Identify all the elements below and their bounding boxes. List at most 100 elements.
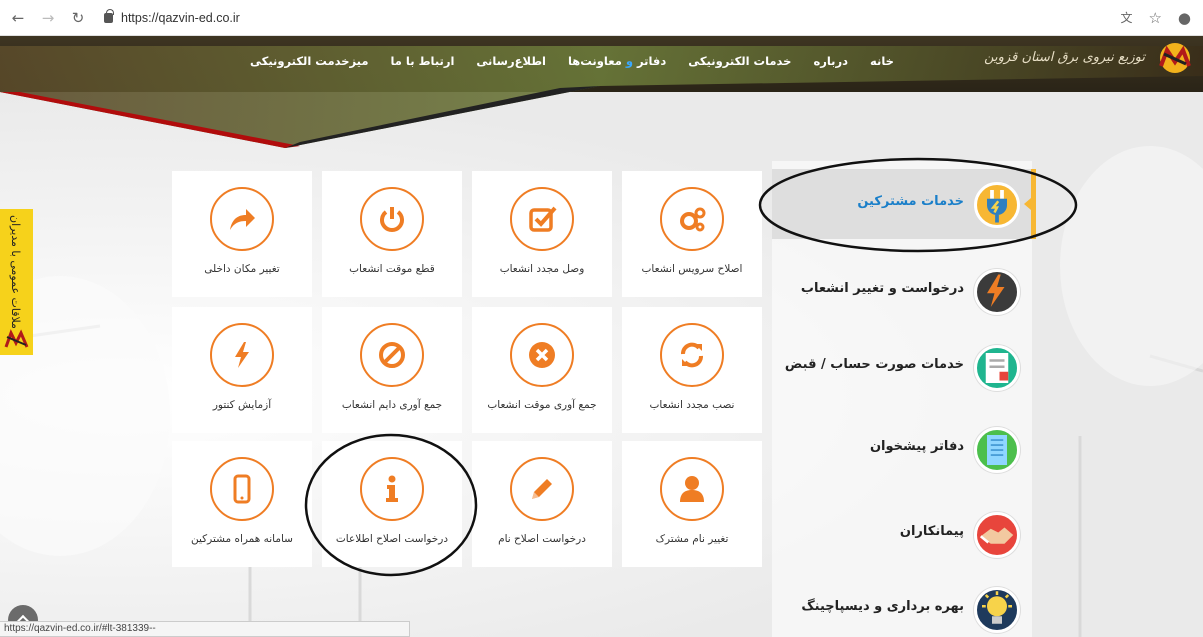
star-icon[interactable]: ☆ xyxy=(1148,9,1161,27)
tile-label: تغییر نام مشترک xyxy=(655,533,729,545)
sidebar-menu-label: خدمات صورت حساب / قبض xyxy=(784,357,964,372)
sidebar-menu-label: درخواست و تغییر انشعاب xyxy=(800,281,964,296)
tile-label: جمع آوری موقت انشعاب xyxy=(487,399,597,411)
tile-label: نصب مجدد انشعاب xyxy=(649,399,735,411)
service-tile[interactable]: جمع آوری موقت انشعاب xyxy=(472,307,612,433)
user-icon xyxy=(680,476,704,502)
tile-label: وصل مجدد انشعاب xyxy=(499,263,585,275)
menu-about[interactable]: درباره xyxy=(813,54,848,68)
info-icon xyxy=(386,475,398,502)
tile-label: قطع موقت انشعاب xyxy=(349,263,435,275)
sidebar-menu-item[interactable]: خدمات صورت حساب / قبض xyxy=(772,332,1036,402)
forward-icon[interactable]: → xyxy=(40,9,56,27)
mobile-icon xyxy=(233,474,251,504)
sidebar-menu-item[interactable]: دفاتر پیشخوان xyxy=(772,414,1036,484)
menu-news[interactable]: اطلاع‌رسانی xyxy=(476,54,546,68)
back-icon[interactable]: ← xyxy=(10,9,26,27)
sidebar-menu-label: پیمانکاران xyxy=(899,524,964,539)
address-bar[interactable]: https://qazvin-ed.co.ir xyxy=(104,8,240,25)
address-text[interactable]: https://qazvin-ed.co.ir xyxy=(121,11,240,25)
tile-label: درخواست اصلاح نام xyxy=(498,533,586,545)
plug-icon xyxy=(974,182,1020,228)
lightbulb-icon xyxy=(974,587,1020,633)
service-tile[interactable]: تغییر مکان داخلی xyxy=(172,171,312,297)
side-tab-logo-icon xyxy=(4,329,29,348)
times-circle-icon xyxy=(529,342,555,368)
tile-icon-circle xyxy=(660,457,724,521)
menu-offices-text-a: دفاتر xyxy=(633,54,667,68)
sidebar-menu-item[interactable]: بهره برداری و دیسپاچینگ xyxy=(772,574,1036,637)
building-icon xyxy=(974,427,1020,473)
tile-icon-circle xyxy=(360,457,424,521)
page-content: خانه درباره خدمات الکترونیکی دفاتر و معا… xyxy=(0,36,1203,637)
tile-icon-circle xyxy=(360,187,424,251)
public-meeting-tab[interactable]: ملاقات عمومی با مدیران xyxy=(0,209,33,355)
tile-label: اصلاح سرویس انشعاب xyxy=(641,263,743,275)
menu-e-services[interactable]: خدمات الکترونیکی xyxy=(688,54,791,68)
building-icon-glyph xyxy=(987,435,1007,465)
ban-icon xyxy=(379,342,405,368)
tile-icon-circle xyxy=(660,187,724,251)
tile-label: جمع آوری دایم انشعاب xyxy=(341,399,443,411)
service-tile[interactable]: اصلاح سرویس انشعاب xyxy=(622,171,762,297)
invoice-icon-glyph xyxy=(985,353,1009,383)
checkbox-icon xyxy=(529,206,557,232)
service-tile[interactable]: قطع موقت انشعاب xyxy=(322,171,462,297)
tile-icon-circle xyxy=(510,187,574,251)
tile-icon-circle xyxy=(210,323,274,387)
menu-offices[interactable]: دفاتر و معاونت‌ها xyxy=(568,54,666,68)
lock-icon xyxy=(104,8,114,23)
tile-icon-circle xyxy=(510,323,574,387)
refresh-icon xyxy=(681,342,703,368)
reload-icon[interactable]: ↻ xyxy=(70,9,86,27)
tile-icon-circle xyxy=(360,323,424,387)
sidebar-menu-item[interactable]: درخواست و تغییر انشعاب xyxy=(772,256,1036,326)
browser-toolbar: ← → ↻ https://qazvin-ed.co.ir 文 ☆ ● xyxy=(0,0,1203,36)
translate-icon[interactable]: 文 xyxy=(1120,9,1132,27)
handshake-icon xyxy=(974,512,1020,558)
menu-offices-text-b: معاونت‌ها xyxy=(567,54,626,68)
bolt-icon xyxy=(235,342,249,368)
bolt-icon xyxy=(974,269,1020,315)
service-tile[interactable]: تغییر نام مشترک xyxy=(622,441,762,567)
tile-icon-circle xyxy=(660,323,724,387)
sidebar-menu-label: خدمات مشترکین xyxy=(857,194,964,209)
service-tile[interactable]: وصل مجدد انشعاب xyxy=(472,171,612,297)
tile-icon-circle xyxy=(210,457,274,521)
header-banner: خانه درباره خدمات الکترونیکی دفاتر و معا… xyxy=(0,36,1203,148)
tile-icon-circle xyxy=(510,457,574,521)
pencil-icon xyxy=(532,479,552,499)
power-icon xyxy=(380,207,404,232)
sidebar-menu-label: بهره برداری و دیسپاچینگ xyxy=(801,599,964,614)
company-logo-icon[interactable] xyxy=(1155,42,1195,74)
service-tile[interactable]: آزمایش کنتور xyxy=(172,307,312,433)
sidebar-menu-item[interactable]: خدمات مشترکین xyxy=(772,169,1036,239)
sidebar-menu-item[interactable]: پیمانکاران xyxy=(772,499,1036,569)
tile-label: سامانه همراه مشترکین xyxy=(191,533,293,545)
menu-contact[interactable]: ارتباط با ما xyxy=(390,54,454,68)
share-arrow-icon xyxy=(230,209,255,230)
logo-text: توزیع نیروی برق استان قزوین xyxy=(984,50,1145,65)
invoice-icon xyxy=(974,345,1020,391)
service-tile[interactable]: نصب مجدد انشعاب xyxy=(622,307,762,433)
service-tile[interactable]: سامانه همراه مشترکین xyxy=(172,441,312,567)
plug-icon-glyph xyxy=(987,190,1007,223)
tile-label: تغییر مکان داخلی xyxy=(204,263,280,275)
main-menu: خانه درباره خدمات الکترونیکی دفاتر و معا… xyxy=(250,54,894,68)
public-meeting-label: ملاقات عمومی با مدیران xyxy=(9,215,22,329)
menu-home[interactable]: خانه xyxy=(870,54,894,68)
service-tile[interactable]: جمع آوری دایم انشعاب xyxy=(322,307,462,433)
service-tile[interactable]: درخواست اصلاح نام xyxy=(472,441,612,567)
tile-label: آزمایش کنتور xyxy=(212,399,272,411)
service-tile[interactable]: درخواست اصلاح اطلاعات xyxy=(322,441,462,567)
tile-label: درخواست اصلاح اطلاعات xyxy=(335,533,449,545)
status-bar: https://qazvin-ed.co.ir/#lt-381339-- xyxy=(0,621,410,637)
account-icon[interactable]: ● xyxy=(1178,9,1191,27)
menu-offices-highlight: و xyxy=(625,54,633,68)
handshake-icon-glyph xyxy=(979,527,1014,544)
lightbulb-icon-glyph xyxy=(982,591,1012,624)
menu-e-desk[interactable]: میزخدمت الکترونیکی xyxy=(250,54,368,68)
sidebar-menu-label: دفاتر پیشخوان xyxy=(869,439,964,454)
bolt-icon-glyph xyxy=(987,274,1005,307)
tile-icon-circle xyxy=(210,187,274,251)
